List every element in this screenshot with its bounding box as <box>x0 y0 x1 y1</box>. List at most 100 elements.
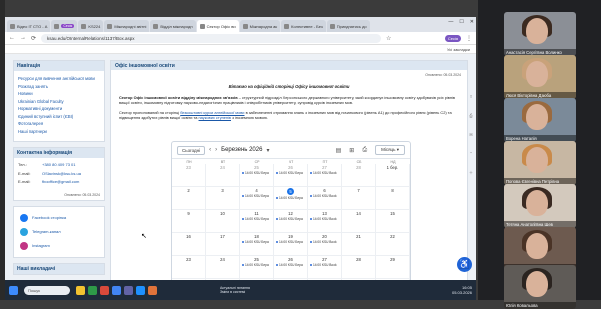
calendar-day-cell[interactable]: 23 <box>172 256 206 279</box>
calendar-day-cell[interactable]: 12 14:00 KSU Бера <box>274 210 308 233</box>
sidebar-nav-link[interactable]: Фотогалерея <box>18 120 100 128</box>
browser-tab[interactable]: Сесія <box>51 20 78 32</box>
participant-tile[interactable]: Ворена Наталія <box>504 98 576 142</box>
calendar-event[interactable]: 14:00 KSU Бера <box>274 171 307 175</box>
calendar-day-cell[interactable]: 5 14:00 KSU Бера <box>274 187 308 210</box>
calendar-day-cell[interactable]: 14 <box>342 210 376 233</box>
browser-tab[interactable]: Відео IT СТО - А <box>7 20 51 32</box>
reload-icon[interactable]: ⟳ <box>31 35 36 42</box>
calendar-day-cell[interactable]: 25 14:00 KSU Бера <box>240 256 274 279</box>
calendar-day-cell[interactable]: 10 <box>206 210 240 233</box>
rail-share-icon[interactable]: ⇪ <box>469 94 472 99</box>
calendar-day-cell[interactable]: 29 <box>376 256 410 279</box>
calendar-day-cell[interactable]: 15 <box>376 210 410 233</box>
rail-mail-icon[interactable]: ✉ <box>469 132 472 137</box>
calendar-day-cell[interactable]: 19 14:00 KSU Бера <box>274 233 308 256</box>
print-icon[interactable]: ⎙ <box>362 147 367 154</box>
calendar-day-cell[interactable]: 3 <box>206 187 240 210</box>
clock[interactable]: 16:05 05.03.2026 <box>452 285 472 295</box>
calendar-day-cell[interactable]: 2 <box>172 187 206 210</box>
sidebar-nav-link[interactable]: Наші партнери <box>18 128 100 136</box>
menu-icon[interactable]: ⋮ <box>466 35 472 42</box>
windows-start-icon[interactable] <box>9 285 18 295</box>
contact-value[interactable]: fbooffice@gmail.com <box>42 178 79 187</box>
calendar-list-icon[interactable]: ▤ <box>336 147 342 154</box>
calendar-day-cell[interactable]: 24 <box>206 256 240 279</box>
browser-tab[interactable]: Міжнародна ак <box>239 20 281 32</box>
calendar-event[interactable]: 14:00 KSU Book <box>308 217 341 221</box>
rail-plus-icon[interactable]: ＋ <box>469 170 473 176</box>
calendar-day-cell[interactable]: 6 14:00 KSU Book <box>308 187 342 210</box>
today-button[interactable]: Сьогодні <box>177 145 206 155</box>
participant-tile[interactable]: Тетяна Анатоліївна Шев <box>504 184 576 228</box>
calendar-event[interactable]: 14:00 KSU Бера <box>274 240 307 244</box>
calendar-day-cell[interactable]: 7 <box>342 187 376 210</box>
calendar-day-cell[interactable]: 27 14:00 KSU Book <box>308 164 342 187</box>
zoom-icon[interactable] <box>136 285 145 295</box>
url-input[interactable]: ksau.edu/OInternalRelations/1137/Box.asp… <box>41 33 382 43</box>
calendar-event[interactable]: 14:00 KSU Бера <box>240 240 273 244</box>
news-widget[interactable]: Актуальні питання Зміни в системі <box>220 286 250 295</box>
app-red-icon[interactable] <box>100 285 109 295</box>
courses-link[interactable]: безкоштовні курси англійської мови <box>180 110 244 115</box>
calendar-table-icon[interactable]: ⊞ <box>349 147 354 154</box>
browser-tab[interactable]: Колективне - Без <box>281 20 326 32</box>
calendar-event[interactable]: 14:00 KSU Бера <box>274 263 307 267</box>
calendar-day-cell[interactable]: 25 14:00 KSU Бера <box>240 164 274 187</box>
sidebar-nav-link[interactable]: Єдиний вступний іспит (ЄВІ) <box>18 113 100 121</box>
browser-tab[interactable]: KS224 <box>78 20 104 32</box>
calendar-event[interactable]: 14:00 KSU Бера <box>274 217 307 221</box>
calendar-event[interactable]: 14:00 KSU Book <box>308 240 341 244</box>
maximize-icon[interactable]: ☐ <box>459 19 463 25</box>
calendar-event[interactable]: 14:00 KSU Бера <box>274 196 307 200</box>
calendar-day-cell[interactable]: 27 14:00 KSU Book <box>308 256 342 279</box>
calendar-day-cell[interactable]: 17 <box>206 233 240 256</box>
app-green-icon[interactable] <box>88 285 97 295</box>
calendar-day-cell[interactable]: 4 14:00 KSU Бера <box>240 187 274 210</box>
calendar-day-cell[interactable]: 28 <box>342 164 376 187</box>
calendar-day-cell[interactable]: 24 <box>206 164 240 187</box>
calendar-day-cell[interactable]: 23 <box>172 164 206 187</box>
calendar-day-cell[interactable]: 22 <box>376 233 410 256</box>
calendar-day-cell[interactable]: 20 14:00 KSU Book <box>308 233 342 256</box>
calendar-day-cell[interactable]: 26 14:00 KSU Бера <box>274 256 308 279</box>
participant-tile[interactable]: Анастасія Сергіївна Волинко <box>504 12 576 56</box>
app-orange-icon[interactable] <box>148 285 157 295</box>
prev-month-icon[interactable]: ‹ <box>209 147 211 153</box>
sidebar-nav-link[interactable]: Ресурси для вивчення англійської мови <box>18 75 100 83</box>
calendar-day-cell[interactable]: 26 14:00 KSU Бера <box>274 164 308 187</box>
sidebar-nav-link[interactable]: Новини <box>18 90 100 98</box>
calendar-day-cell[interactable]: 8 <box>376 187 410 210</box>
calendar-day-cell[interactable]: 16 <box>172 233 206 256</box>
calendar-day-cell[interactable]: 11 14:00 KSU Бера <box>240 210 274 233</box>
star-icon[interactable]: ☆ <box>386 35 391 42</box>
forward-icon[interactable]: → <box>20 35 26 41</box>
sidebar-nav-link[interactable]: Розклад занять <box>18 83 100 91</box>
participant-tile[interactable]: Юлія Ковальова <box>504 265 576 309</box>
social-link[interactable]: Instagram <box>20 239 98 253</box>
month-dropdown-icon[interactable]: ▾ <box>266 147 269 154</box>
social-link[interactable]: Facebook сторінка <box>20 211 98 225</box>
calendar-event[interactable]: 14:00 KSU Бера <box>240 217 273 221</box>
chrome-icon[interactable] <box>112 285 121 295</box>
degrees-link[interactable]: наукових ступенів <box>199 115 231 120</box>
rail-up-icon[interactable]: ⌃ <box>469 151 472 156</box>
browser-tab[interactable]: Міжнародні звітні <box>104 20 150 32</box>
sidebar-nav-link[interactable]: Нормативні документи <box>18 105 100 113</box>
participant-tile[interactable]: Люся Вікторівна Дзюба <box>504 55 576 99</box>
all-bookmarks-link[interactable]: Усі закладки <box>447 47 470 52</box>
calendar-event[interactable]: 14:00 KSU Book <box>308 194 341 198</box>
calendar-day-cell[interactable]: 1 бер. <box>376 164 410 187</box>
teams-icon[interactable] <box>124 285 133 295</box>
browser-tab[interactable]: Сектор Офіс ви <box>196 20 239 32</box>
file-explorer-icon[interactable] <box>76 285 85 295</box>
close-icon[interactable]: ✕ <box>470 19 474 25</box>
contact-value[interactable]: OSlavinsk@ksu.ks.ua <box>42 170 81 179</box>
browser-tab[interactable]: Відділ міжнародн <box>150 20 196 32</box>
browser-tab[interactable]: Приєднатись до <box>326 20 370 32</box>
calendar-day-cell[interactable]: 13 14:00 KSU Book <box>308 210 342 233</box>
calendar-day-cell[interactable]: 21 <box>342 233 376 256</box>
sidebar-nav-link[interactable]: Ukrainian Global Faculty <box>18 98 100 106</box>
calendar-event[interactable]: 14:00 KSU Book <box>308 171 341 175</box>
contact-value[interactable]: +380 80 409 73 01 <box>42 161 75 170</box>
